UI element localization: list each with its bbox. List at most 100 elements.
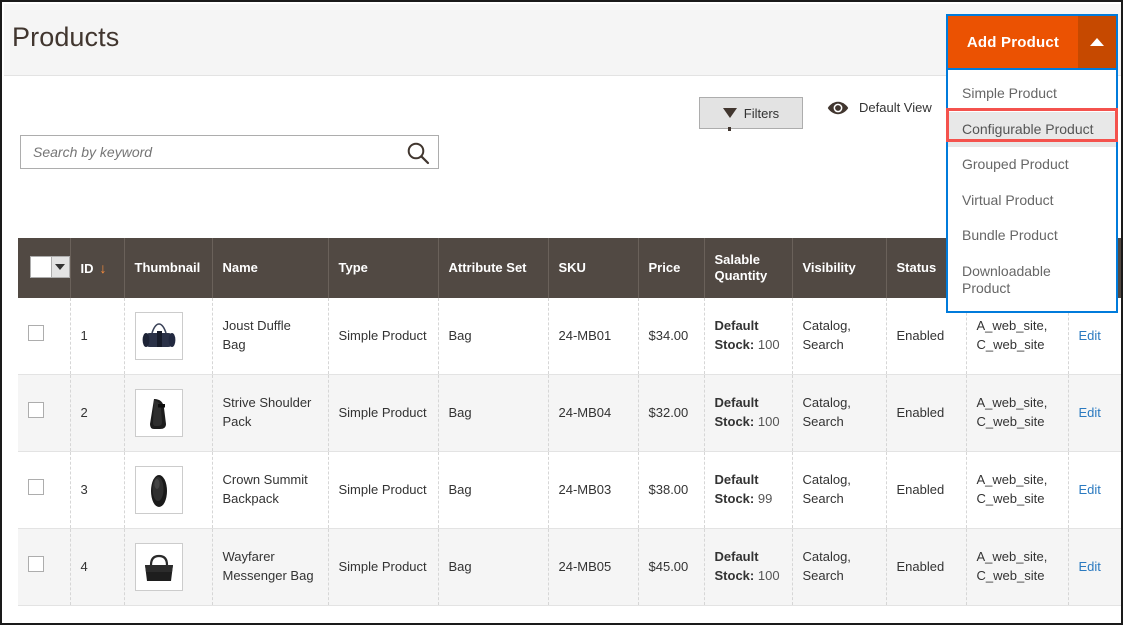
search-icon[interactable]: [406, 141, 430, 165]
row-checkbox[interactable]: [28, 325, 44, 341]
shoulder-pack-thumbnail: [135, 389, 183, 437]
cell-price: $34.00: [638, 298, 704, 375]
column-header-price[interactable]: Price: [638, 238, 704, 298]
column-header-salable-quantity[interactable]: Salable Quantity: [704, 238, 792, 298]
filters-button-label: Filters: [744, 106, 779, 121]
edit-link[interactable]: Edit: [1079, 559, 1101, 574]
cell-name: Wayfarer Messenger Bag: [212, 529, 328, 606]
table-row[interactable]: 3 Crown Summit Backpack Simple Product B…: [18, 452, 1123, 529]
edit-link[interactable]: Edit: [1079, 328, 1101, 343]
cell-name: Joust Duffle Bag: [212, 298, 328, 375]
add-product-button[interactable]: Add Product: [948, 16, 1078, 68]
qty-stock-value: 99: [758, 491, 772, 506]
search-box: [20, 135, 439, 169]
cell-sku: 24-MB05: [548, 529, 638, 606]
sort-descending-icon: ↓: [100, 260, 107, 277]
column-header-select: [18, 238, 70, 298]
cell-thumbnail: [124, 375, 212, 452]
row-checkbox[interactable]: [28, 402, 44, 418]
caret-up-icon: [1090, 38, 1104, 46]
cell-thumbnail: [124, 529, 212, 606]
add-product-menu: Simple Product Configurable Product Grou…: [946, 68, 1118, 313]
qty-stock-value: 100: [758, 568, 780, 583]
default-view-label: Default View: [859, 100, 932, 115]
cell-id: 3: [70, 452, 124, 529]
row-checkbox[interactable]: [28, 479, 44, 495]
cell-websites: A_web_site, C_web_site: [966, 375, 1068, 452]
cell-type: Simple Product: [328, 452, 438, 529]
page-title: Products: [12, 22, 119, 53]
cell-salable-quantity: Default Stock: 99: [704, 452, 792, 529]
row-select-cell: [18, 298, 70, 375]
cell-attribute-set: Bag: [438, 529, 548, 606]
add-product-dropdown-toggle[interactable]: [1078, 16, 1116, 68]
cell-type: Simple Product: [328, 529, 438, 606]
cell-thumbnail: [124, 452, 212, 529]
cell-salable-quantity: Default Stock: 100: [704, 375, 792, 452]
cell-type: Simple Product: [328, 298, 438, 375]
add-product-split-button: Add Product: [946, 14, 1118, 70]
cell-type: Simple Product: [328, 375, 438, 452]
cell-attribute-set: Bag: [438, 375, 548, 452]
eye-icon: [827, 101, 849, 115]
qty-stock-value: 100: [758, 337, 780, 352]
products-page: Products Filters Default View: [0, 0, 1123, 625]
duffle-bag-thumbnail: [135, 312, 183, 360]
cell-id: 1: [70, 298, 124, 375]
funnel-icon: [723, 108, 737, 118]
cell-visibility: Catalog, Search: [792, 452, 886, 529]
search-input[interactable]: [21, 136, 391, 168]
table-row[interactable]: 4 Wayfarer Messenger Bag Simple Product …: [18, 529, 1123, 606]
edit-link[interactable]: Edit: [1079, 405, 1101, 420]
cell-sku: 24-MB03: [548, 452, 638, 529]
row-checkbox[interactable]: [28, 556, 44, 572]
cell-sku: 24-MB01: [548, 298, 638, 375]
cell-visibility: Catalog, Search: [792, 375, 886, 452]
table-row[interactable]: 2 Strive Shoulder Pack Simple Product Ba…: [18, 375, 1123, 452]
menu-item-configurable-product[interactable]: Configurable Product: [948, 112, 1116, 148]
cell-status: Enabled: [886, 375, 966, 452]
row-select-cell: [18, 529, 70, 606]
cell-id: 2: [70, 375, 124, 452]
cell-status: Enabled: [886, 529, 966, 606]
menu-item-downloadable-product[interactable]: Downloadable Product: [948, 254, 1116, 307]
cell-price: $32.00: [638, 375, 704, 452]
column-header-id-label: ID: [81, 261, 94, 276]
filters-button[interactable]: Filters: [699, 97, 803, 129]
column-header-visibility[interactable]: Visibility: [792, 238, 886, 298]
messenger-bag-thumbnail: [135, 543, 183, 591]
column-header-attribute-set[interactable]: Attribute Set: [438, 238, 548, 298]
cell-price: $38.00: [638, 452, 704, 529]
menu-item-bundle-product[interactable]: Bundle Product: [948, 218, 1116, 254]
cell-thumbnail: [124, 298, 212, 375]
qty-stock-value: 100: [758, 414, 780, 429]
backpack-thumbnail: [135, 466, 183, 514]
cell-action: Edit: [1068, 375, 1123, 452]
cell-action: Edit: [1068, 529, 1123, 606]
column-header-type[interactable]: Type: [328, 238, 438, 298]
menu-item-simple-product[interactable]: Simple Product: [948, 76, 1116, 112]
select-all-checkbox[interactable]: [31, 257, 51, 277]
cell-salable-quantity: Default Stock: 100: [704, 298, 792, 375]
cell-status: Enabled: [886, 452, 966, 529]
cell-salable-quantity: Default Stock: 100: [704, 529, 792, 606]
column-header-thumbnail[interactable]: Thumbnail: [124, 238, 212, 298]
cell-id: 4: [70, 529, 124, 606]
cell-websites: A_web_site, C_web_site: [966, 452, 1068, 529]
column-header-name[interactable]: Name: [212, 238, 328, 298]
cell-sku: 24-MB04: [548, 375, 638, 452]
select-all-dropdown[interactable]: [30, 256, 70, 278]
chevron-down-icon[interactable]: [51, 257, 69, 277]
cell-action: Edit: [1068, 452, 1123, 529]
cell-visibility: Catalog, Search: [792, 298, 886, 375]
row-select-cell: [18, 452, 70, 529]
menu-item-grouped-product[interactable]: Grouped Product: [948, 147, 1116, 183]
column-header-id[interactable]: ID ↓: [70, 238, 124, 298]
column-header-sku[interactable]: SKU: [548, 238, 638, 298]
cell-name: Strive Shoulder Pack: [212, 375, 328, 452]
cell-name: Crown Summit Backpack: [212, 452, 328, 529]
menu-item-virtual-product[interactable]: Virtual Product: [948, 183, 1116, 219]
edit-link[interactable]: Edit: [1079, 482, 1101, 497]
cell-websites: A_web_site, C_web_site: [966, 529, 1068, 606]
default-view-switcher[interactable]: Default View: [827, 100, 932, 115]
